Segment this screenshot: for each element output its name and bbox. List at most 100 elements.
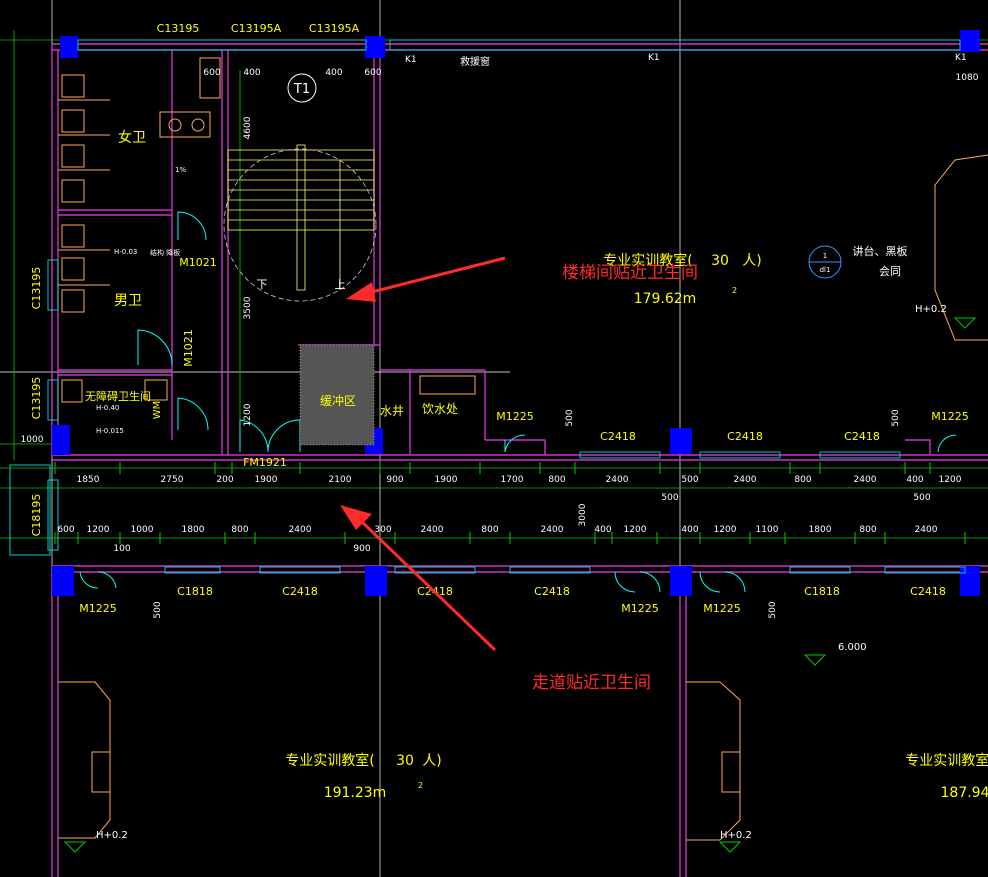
tag-k1-b: K1: [648, 53, 660, 63]
dim-r2-14: 1100: [756, 525, 779, 535]
area-sq-ne: 2: [732, 286, 737, 295]
classroom-area-sw: 191.23m: [324, 785, 387, 801]
win-c2418-3: C2418: [844, 430, 880, 443]
dim-m-4: 1080: [956, 73, 979, 83]
dim-r1-6: 1900: [435, 475, 458, 485]
door-m1225-c: M1225: [79, 602, 117, 615]
dim-r2-1: 1200: [87, 525, 110, 535]
dim-r2-16: 800: [859, 525, 876, 535]
cad-floor-plan: T1 上 下 1 dl1 C13195 C13195A C13195A C131…: [0, 0, 988, 877]
dim-r1-14: 400: [906, 475, 923, 485]
level-corr: 6.000: [838, 642, 867, 653]
dim-r1-9: 2400: [606, 475, 629, 485]
dim-r1-7: 1700: [501, 475, 524, 485]
stair-treads: [227, 144, 375, 291]
classroom-unit-ne: 人): [742, 253, 761, 269]
dim-m-13: 3000: [578, 503, 588, 526]
tag-k1-a: K1: [405, 55, 417, 65]
dim-r1-8: 800: [548, 475, 565, 485]
dim-m-7: 1200: [243, 403, 253, 426]
dim-m-2: 400: [325, 68, 342, 78]
classroom-area-ne: 179.62m: [634, 291, 697, 307]
dim-r2-12: 400: [681, 525, 698, 535]
dim-m-0: 600: [203, 68, 220, 78]
tag-h0015: H-0.015: [96, 427, 124, 435]
lectern-label-2: 会同: [879, 265, 901, 278]
dim-m-16: 500: [768, 601, 778, 618]
dim-r1-15: 1200: [939, 475, 962, 485]
door-m1225-a: M1225: [496, 410, 534, 423]
window-top-1: C13195: [157, 22, 200, 35]
area-sq-sw: 2: [418, 781, 423, 790]
door-m1021-a: M1021: [179, 256, 217, 269]
window-left-2: C13195: [30, 377, 43, 420]
dim-r2-2: 1000: [131, 525, 154, 535]
dim-m-3: 600: [364, 68, 381, 78]
dim-r1-4: 2100: [329, 475, 352, 485]
struct-label-a: 结构 降板: [150, 248, 180, 257]
lectern-label: 讲台、黑板: [853, 244, 908, 258]
dim-r2-3: 1800: [182, 525, 205, 535]
dim-r2-4: 800: [231, 525, 248, 535]
windows: [9, 39, 966, 574]
wm-tag: WM: [152, 401, 163, 420]
dim-m-1: 400: [243, 68, 260, 78]
dim-r2-11: 1200: [624, 525, 647, 535]
level-se: H+0.2: [720, 830, 752, 841]
dim-r2-15: 1800: [809, 525, 832, 535]
annotation-corridor-near-wc: 走道贴近卫生间: [532, 673, 651, 693]
stair-up-label: 上: [335, 278, 346, 291]
dim-r1-3: 1900: [255, 475, 278, 485]
dim-r2-0: 600: [57, 525, 74, 535]
rescue-window-label: 救援窗: [460, 55, 490, 68]
classroom-name-sw: 专业实训教室(: [285, 752, 374, 769]
door-m1225-b: M1225: [931, 410, 969, 423]
level-sw: H+0.2: [96, 830, 128, 841]
dim-r2-5: 2400: [289, 525, 312, 535]
classroom-unit-sw: 人): [422, 753, 441, 769]
door-m1021-b: M1021: [182, 329, 195, 367]
door-m1225-e: M1225: [703, 602, 741, 615]
win-c2418-6: C2418: [534, 585, 570, 598]
window-top-2: C13195A: [231, 22, 282, 35]
dim-r2-17: 2400: [915, 525, 938, 535]
classroom-people-sw: 30: [396, 753, 414, 769]
accessible-wc-label: 无障碍卫生间: [85, 389, 151, 403]
dim-m-10: 500: [153, 601, 163, 618]
window-top-3: C13195A: [309, 22, 360, 35]
dim-r1-5: 900: [386, 475, 403, 485]
dim-r1-0: 1850: [77, 475, 100, 485]
dim-r2-9: 2400: [541, 525, 564, 535]
dim-r2-8: 800: [481, 525, 498, 535]
dim-r2-6: 300: [374, 525, 391, 535]
female-wc-label: 女卫: [118, 129, 146, 146]
tag-k1-c: K1: [955, 53, 967, 63]
stair-down-label: 下: [257, 278, 268, 291]
dim-m-8: 500: [565, 409, 575, 426]
dim-m-6: 3500: [243, 296, 253, 319]
tag-h003: H-0.03: [114, 248, 137, 256]
dim-m-12: 900: [353, 544, 370, 554]
dim-r1-11: 2400: [734, 475, 757, 485]
dim-lines: [0, 30, 988, 539]
classroom-people-ne: 30: [711, 253, 729, 269]
window-left-1: C13195: [30, 267, 43, 310]
tag-slope: 1%: [175, 166, 186, 174]
classroom-name-se: 专业实训教室(: [905, 752, 988, 769]
door-m1225-d: M1225: [621, 602, 659, 615]
win-c2418-7: C2418: [910, 585, 946, 598]
classroom-area-se: 187.94: [941, 785, 988, 801]
dim-m-11: 100: [113, 544, 130, 554]
dim-m-15: 500: [913, 493, 930, 503]
detail-num: 1: [823, 252, 827, 260]
water-well-label: 水井: [380, 404, 404, 418]
male-wc-label: 男卫: [114, 293, 142, 309]
win-c2418-1: C2418: [600, 430, 636, 443]
dim-m-17: 1000: [21, 435, 44, 445]
detail-ref: dl1: [820, 266, 831, 274]
dim-r1-1: 2750: [161, 475, 184, 485]
dim-r2-10: 400: [594, 525, 611, 535]
annotation-stair-near-wc: 楼梯间贴近卫生间: [562, 263, 698, 283]
dim-r2-7: 2400: [421, 525, 444, 535]
tag-h040: H-0.40: [96, 404, 119, 412]
